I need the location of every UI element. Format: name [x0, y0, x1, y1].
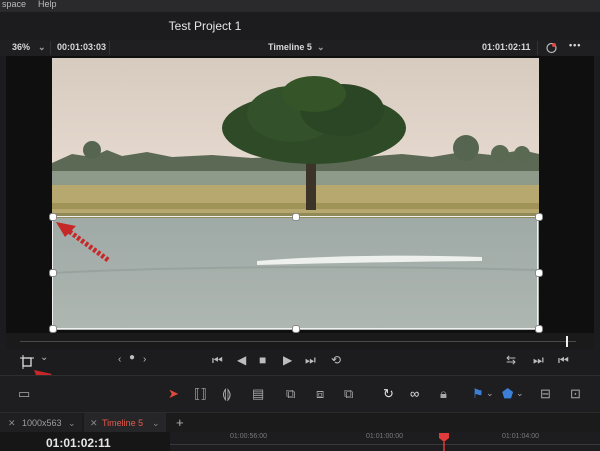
viewer-scrubber[interactable] — [6, 333, 594, 349]
transform-handle-bottom[interactable] — [292, 325, 300, 333]
close-icon[interactable]: ✕ — [90, 413, 98, 433]
tab-source[interactable]: ✕ 1000x563 ⌄ — [0, 413, 82, 433]
divider — [50, 41, 51, 55]
chevron-down-icon[interactable]: ⌄ — [68, 413, 76, 433]
menu-bar: space Help — [0, 0, 600, 12]
skip-back-icon[interactable]: ⏮ — [212, 353, 223, 368]
menu-item-help[interactable]: Help — [38, 0, 57, 9]
timeline-playhead[interactable] — [438, 432, 450, 451]
loop-icon[interactable]: ⟲ — [331, 353, 341, 367]
video-frame — [52, 58, 539, 330]
timeline-tabs: ✕ 1000x563 ⌄ ✕ Timeline 5 ⌄ + — [0, 412, 600, 433]
transform-handle-top-right[interactable] — [535, 213, 543, 221]
transform-handle-left[interactable] — [49, 269, 57, 277]
zoom-level[interactable]: 36% — [12, 42, 30, 52]
record-timecode: 01:01:02:11 — [482, 42, 531, 52]
blade-tool-icon[interactable]: ▤ — [252, 386, 264, 402]
zoom-full-icon[interactable]: ⊟ — [540, 386, 551, 402]
close-icon[interactable]: ✕ — [8, 413, 16, 433]
flag-chevron-down-icon[interactable]: ⌄ — [486, 388, 494, 399]
marker-icon[interactable]: ⬟ — [502, 386, 513, 402]
trim-tool-icon[interactable]: ⟦⟧ — [194, 386, 207, 402]
source-timecode: 00:01:03:03 — [57, 42, 107, 52]
stop-icon[interactable]: ■ — [259, 353, 266, 367]
timeline-ruler[interactable]: 01:00:56:00 01:01:00:00 01:01:04:00 — [170, 432, 600, 451]
tab-label: 1000x563 — [22, 418, 62, 428]
skip-forward-icon[interactable]: ⏭ — [305, 353, 316, 368]
add-tab-icon[interactable]: + — [176, 413, 184, 433]
overwrite-clip-icon[interactable]: ⧈ — [316, 386, 324, 402]
ruler-label: 01:00:56:00 — [230, 433, 267, 440]
transform-bounding-box[interactable] — [52, 216, 538, 329]
project-title: Test Project 1 — [168, 19, 242, 33]
linked-selection-icon[interactable]: ∞ — [410, 386, 419, 401]
ruler-label: 01:01:00:00 — [366, 433, 403, 440]
transform-mode-chevron-down-icon[interactable]: ⌄ — [40, 352, 48, 363]
dynamic-trim-icon[interactable]: ⟬⟭ — [222, 386, 232, 402]
next-clip-icon[interactable]: ⏭ — [533, 353, 544, 368]
edit-toolbar: ▭ ➤ ⟦⟧ ⟬⟭ ▤ ⧉ ⧈ ⧉ ↻ ∞ 🔒︎ ⚑ ⌄ ⬟ ⌄ ⊟ ⊡ — [0, 375, 600, 412]
keyframe-dot-icon[interactable]: ● — [129, 352, 135, 363]
marker-chevron-down-icon[interactable]: ⌄ — [516, 388, 524, 399]
tab-timeline[interactable]: ✕ Timeline 5 ⌄ — [84, 413, 166, 433]
timeline-view-options-icon[interactable]: ▭ — [18, 386, 30, 402]
next-keyframe-icon[interactable]: › — [143, 354, 146, 365]
zoom-dropdown-chevron-icon[interactable]: ⌄ — [38, 42, 46, 53]
divider — [537, 41, 538, 55]
color-sync-icon[interactable] — [545, 42, 558, 54]
scrubber-track — [20, 341, 576, 342]
transform-handle-bottom-right[interactable] — [535, 325, 543, 333]
annotation-arrow-icon — [56, 222, 110, 263]
project-title-bar: Test Project 1 — [0, 12, 600, 40]
play-icon[interactable]: ▶ — [283, 353, 292, 367]
timeline-name-dropdown[interactable]: Timeline 5 — [268, 42, 312, 52]
scrubber-playhead[interactable] — [566, 336, 568, 347]
divider — [109, 41, 110, 55]
snapping-icon[interactable]: ↻ — [383, 386, 394, 402]
transform-handle-top[interactable] — [292, 213, 300, 221]
selection-tool-icon[interactable]: ➤ — [168, 386, 179, 402]
menu-item-workspace[interactable]: space — [2, 0, 26, 9]
more-options-icon[interactable]: ••• — [569, 40, 581, 50]
video-viewer — [6, 56, 594, 333]
ruler-baseline — [170, 444, 600, 445]
lock-icon[interactable]: 🔒︎ — [440, 386, 447, 402]
prev-keyframe-icon[interactable]: ‹ — [118, 354, 121, 365]
flag-icon[interactable]: ⚑ — [472, 386, 484, 402]
zoom-detail-icon[interactable]: ⊡ — [570, 386, 581, 402]
prev-clip-icon[interactable]: ⏮ — [558, 353, 569, 368]
step-back-icon[interactable]: ◀ — [237, 353, 246, 367]
transport-controls: ⌄ ‹ ● › ⏮ ◀ ■ ▶ ⏭ ⟲ ⇆ ⏭ ⏮ — [0, 349, 600, 375]
timeline-timecode: 01:01:02:11 — [46, 436, 111, 450]
transform-handle-bottom-left[interactable] — [49, 325, 57, 333]
replace-clip-icon[interactable]: ⧉ — [344, 386, 353, 402]
insert-clip-icon[interactable]: ⧉ — [286, 386, 295, 402]
chevron-down-icon[interactable]: ⌄ — [152, 413, 160, 433]
transform-handle-right[interactable] — [535, 269, 543, 277]
match-frame-icon[interactable]: ⇆ — [506, 353, 516, 367]
ruler-label: 01:01:04:00 — [502, 433, 539, 440]
timeline-header: 01:01:02:11 01:00:56:00 01:01:00:00 01:0… — [0, 432, 600, 451]
timeline-chevron-down-icon[interactable]: ⌄ — [317, 42, 325, 53]
tab-label: Timeline 5 — [102, 418, 144, 428]
transform-icon[interactable] — [20, 355, 34, 369]
viewer-header: 36% ⌄ 00:01:03:03 Timeline 5 ⌄ 01:01:02:… — [0, 40, 600, 56]
